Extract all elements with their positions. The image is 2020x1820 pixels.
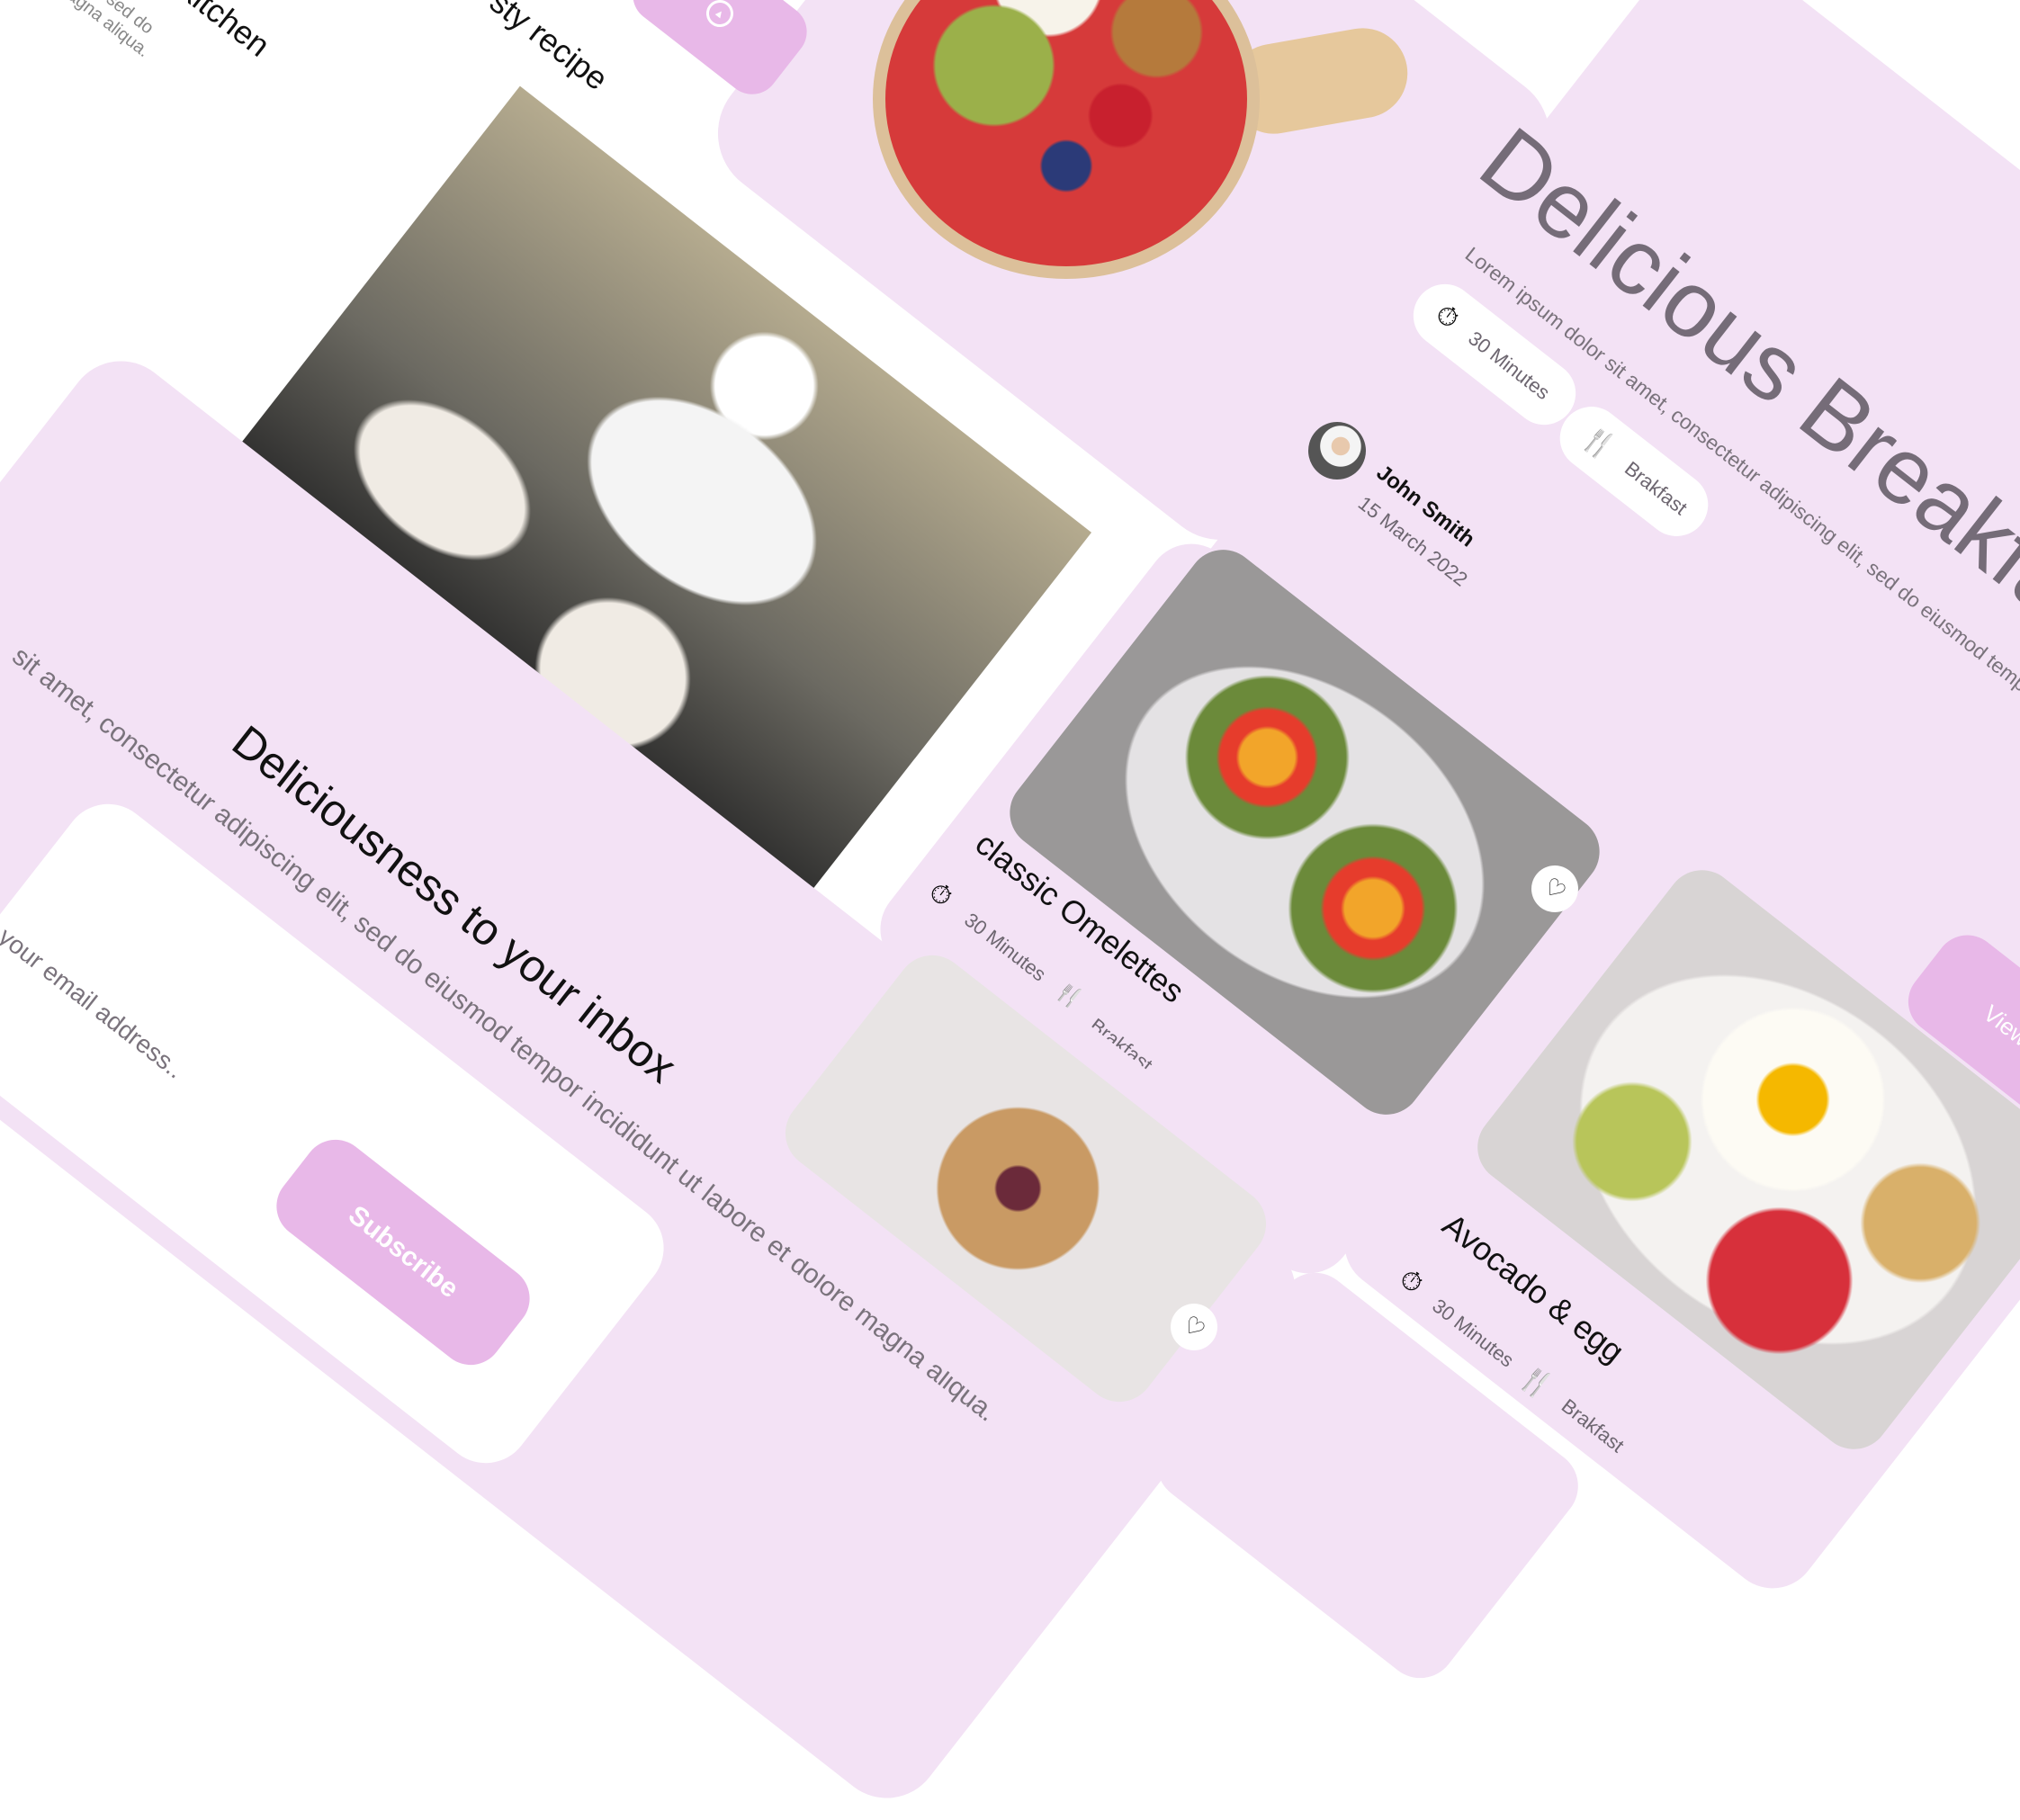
arrow-up-circle-icon: ▲ xyxy=(700,0,740,33)
section-heading-recipe: sty recipe xyxy=(482,0,615,98)
heart-icon: ♡ xyxy=(1177,1309,1211,1344)
timer-icon: ⏱ xyxy=(1429,298,1465,336)
heart-icon: ♡ xyxy=(1538,871,1572,906)
fork-knife-icon: 🍴 xyxy=(1576,421,1621,466)
